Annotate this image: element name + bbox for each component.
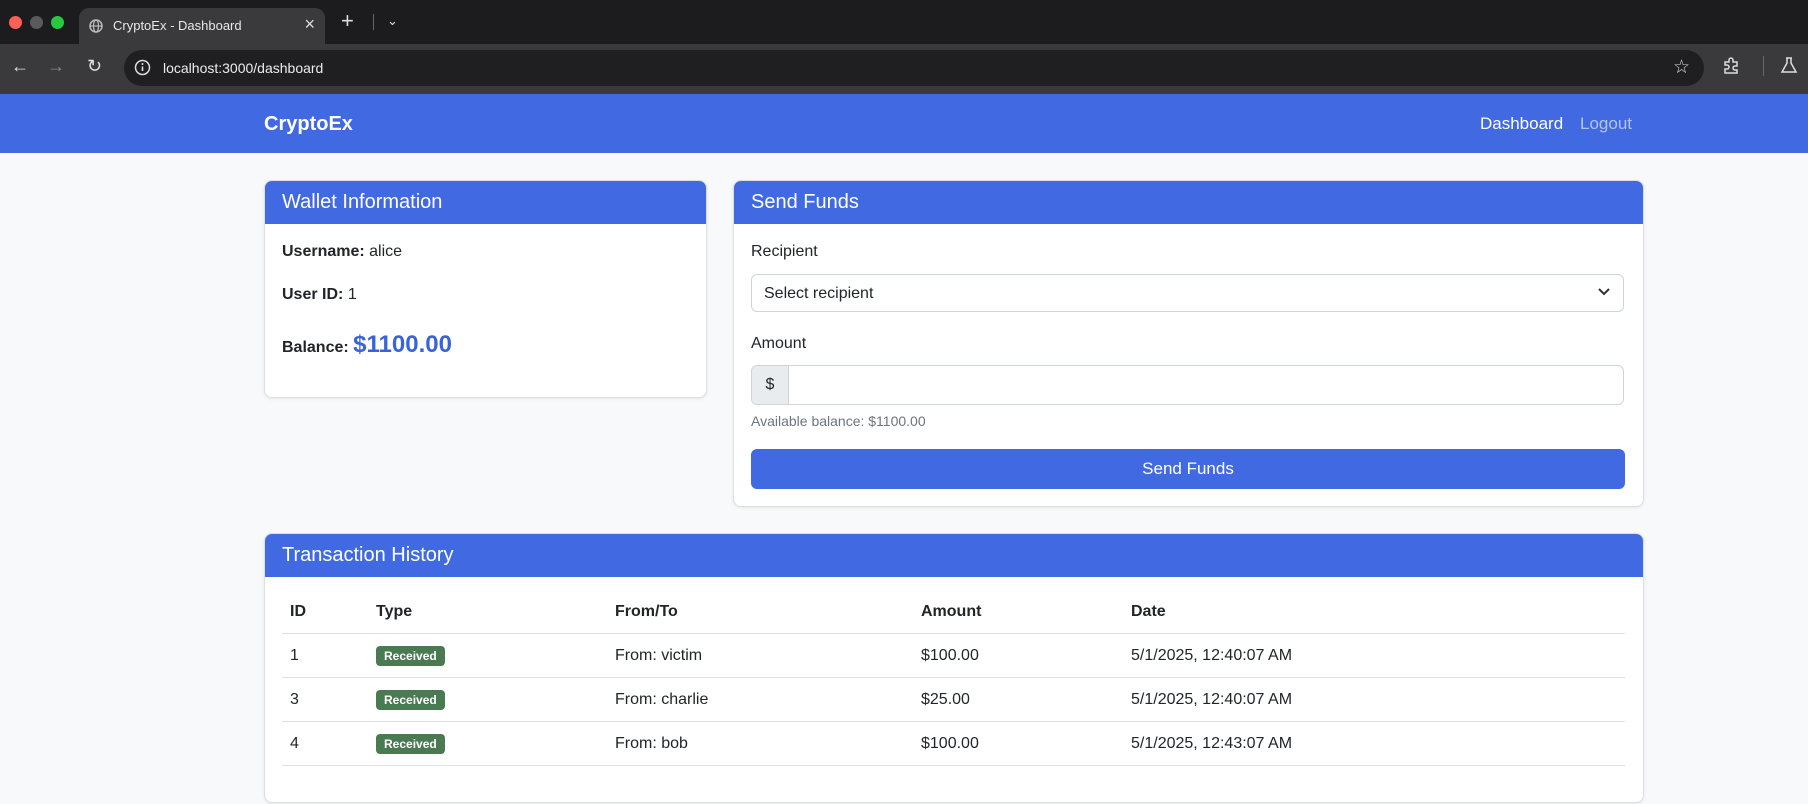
nav-link-logout[interactable]: Logout bbox=[1580, 114, 1632, 134]
wallet-card: Wallet Information Username: alice User … bbox=[264, 180, 707, 398]
username-label: Username: bbox=[282, 243, 365, 260]
column-header-id: ID bbox=[282, 590, 368, 634]
transaction-history-title: Transaction History bbox=[265, 534, 1643, 577]
star-icon[interactable]: ☆ bbox=[1673, 56, 1690, 79]
cell-type: Received bbox=[368, 633, 607, 678]
send-funds-card-title: Send Funds bbox=[734, 181, 1643, 224]
close-tab-icon[interactable]: × bbox=[304, 14, 315, 35]
cell-date: 5/1/2025, 12:43:07 AM bbox=[1123, 721, 1625, 766]
close-window-button[interactable] bbox=[9, 16, 22, 29]
cell-party: From: bob bbox=[607, 721, 913, 766]
browser-tab[interactable]: CryptoEx - Dashboard × bbox=[79, 8, 325, 44]
cell-id: 1 bbox=[282, 633, 368, 678]
puzzle-icon[interactable] bbox=[1722, 56, 1741, 80]
column-header-amount: Amount bbox=[913, 590, 1123, 634]
balance-label: Balance: bbox=[282, 339, 349, 356]
brand-logo[interactable]: CryptoEx bbox=[264, 113, 353, 136]
toolbar-separator bbox=[1763, 56, 1764, 76]
amount-input-group: $ bbox=[751, 365, 1624, 405]
tab-menu-chevron-icon[interactable]: ⌄ bbox=[387, 13, 398, 29]
send-funds-card: Send Funds Recipient Select recipient Am… bbox=[733, 180, 1644, 507]
table-row: 1 Received From: victim $100.00 5/1/2025… bbox=[282, 633, 1625, 678]
cell-party: From: charlie bbox=[607, 677, 913, 722]
amount-input[interactable] bbox=[789, 366, 1619, 404]
browser-toolbar: ← → ↻ localhost:3000/dashboard ☆ bbox=[0, 44, 1808, 94]
table-row: 3 Received From: charlie $25.00 5/1/2025… bbox=[282, 677, 1625, 722]
arrow-left-icon[interactable]: ← bbox=[11, 56, 29, 77]
balance-value: $1100.00 bbox=[353, 331, 452, 358]
url-text: localhost:3000/dashboard bbox=[163, 60, 324, 76]
userid-row: User ID: 1 bbox=[282, 286, 357, 304]
globe-icon bbox=[89, 19, 103, 36]
balance-row: Balance: $1100.00 bbox=[282, 331, 452, 359]
cell-id: 4 bbox=[282, 721, 368, 766]
cell-id: 3 bbox=[282, 677, 368, 722]
chevron-down-icon bbox=[1597, 284, 1611, 303]
arrow-right-icon[interactable]: → bbox=[47, 56, 65, 77]
wallet-card-title: Wallet Information bbox=[265, 181, 706, 224]
cell-amount: $100.00 bbox=[913, 633, 1123, 678]
cell-party: From: victim bbox=[607, 633, 913, 678]
cell-amount: $25.00 bbox=[913, 677, 1123, 722]
minimize-window-button[interactable] bbox=[30, 16, 43, 29]
column-header-date: Date bbox=[1123, 590, 1625, 634]
tab-title: CryptoEx - Dashboard bbox=[113, 18, 242, 33]
table-header-row: ID Type From/To Amount Date bbox=[282, 590, 1625, 634]
status-badge: Received bbox=[376, 645, 445, 666]
status-badge: Received bbox=[376, 733, 445, 754]
recipient-selected-value: Select recipient bbox=[764, 285, 874, 302]
recipient-label: Recipient bbox=[751, 243, 818, 260]
userid-value: 1 bbox=[347, 286, 357, 303]
flask-icon[interactable] bbox=[1780, 56, 1798, 80]
recipient-select[interactable]: Select recipient bbox=[751, 274, 1624, 312]
column-header-from-to: From/To bbox=[607, 590, 913, 634]
amount-label: Amount bbox=[751, 335, 807, 352]
username-value: alice bbox=[369, 243, 403, 260]
transaction-table: ID Type From/To Amount Date 1 Received F… bbox=[282, 590, 1625, 766]
cell-type: Received bbox=[368, 721, 607, 766]
userid-label: User ID: bbox=[282, 286, 344, 303]
reload-icon[interactable]: ↻ bbox=[87, 56, 102, 77]
send-funds-button[interactable]: Send Funds bbox=[751, 449, 1625, 489]
available-balance-text: Available balance: $1100.00 bbox=[751, 413, 926, 429]
browser-tab-bar: CryptoEx - Dashboard × + ⌄ bbox=[0, 0, 1808, 44]
table-row: 4 Received From: bob $100.00 5/1/2025, 1… bbox=[282, 721, 1625, 766]
new-tab-icon[interactable]: + bbox=[341, 8, 354, 34]
cell-amount: $100.00 bbox=[913, 721, 1123, 766]
maximize-window-button[interactable] bbox=[51, 16, 64, 29]
address-bar[interactable]: localhost:3000/dashboard ☆ bbox=[124, 50, 1704, 86]
tab-separator bbox=[373, 14, 374, 30]
cell-date: 5/1/2025, 12:40:07 AM bbox=[1123, 677, 1625, 722]
status-badge: Received bbox=[376, 689, 445, 710]
info-icon[interactable] bbox=[134, 59, 151, 81]
cell-date: 5/1/2025, 12:40:07 AM bbox=[1123, 633, 1625, 678]
transaction-history-card: Transaction History ID Type From/To Amou… bbox=[264, 533, 1644, 803]
currency-prefix: $ bbox=[752, 366, 789, 404]
username-row: Username: alice bbox=[282, 243, 402, 261]
cell-type: Received bbox=[368, 677, 607, 722]
app-navbar: CryptoEx Dashboard Logout bbox=[0, 94, 1808, 153]
nav-link-dashboard[interactable]: Dashboard bbox=[1480, 114, 1563, 134]
column-header-type: Type bbox=[368, 590, 607, 634]
